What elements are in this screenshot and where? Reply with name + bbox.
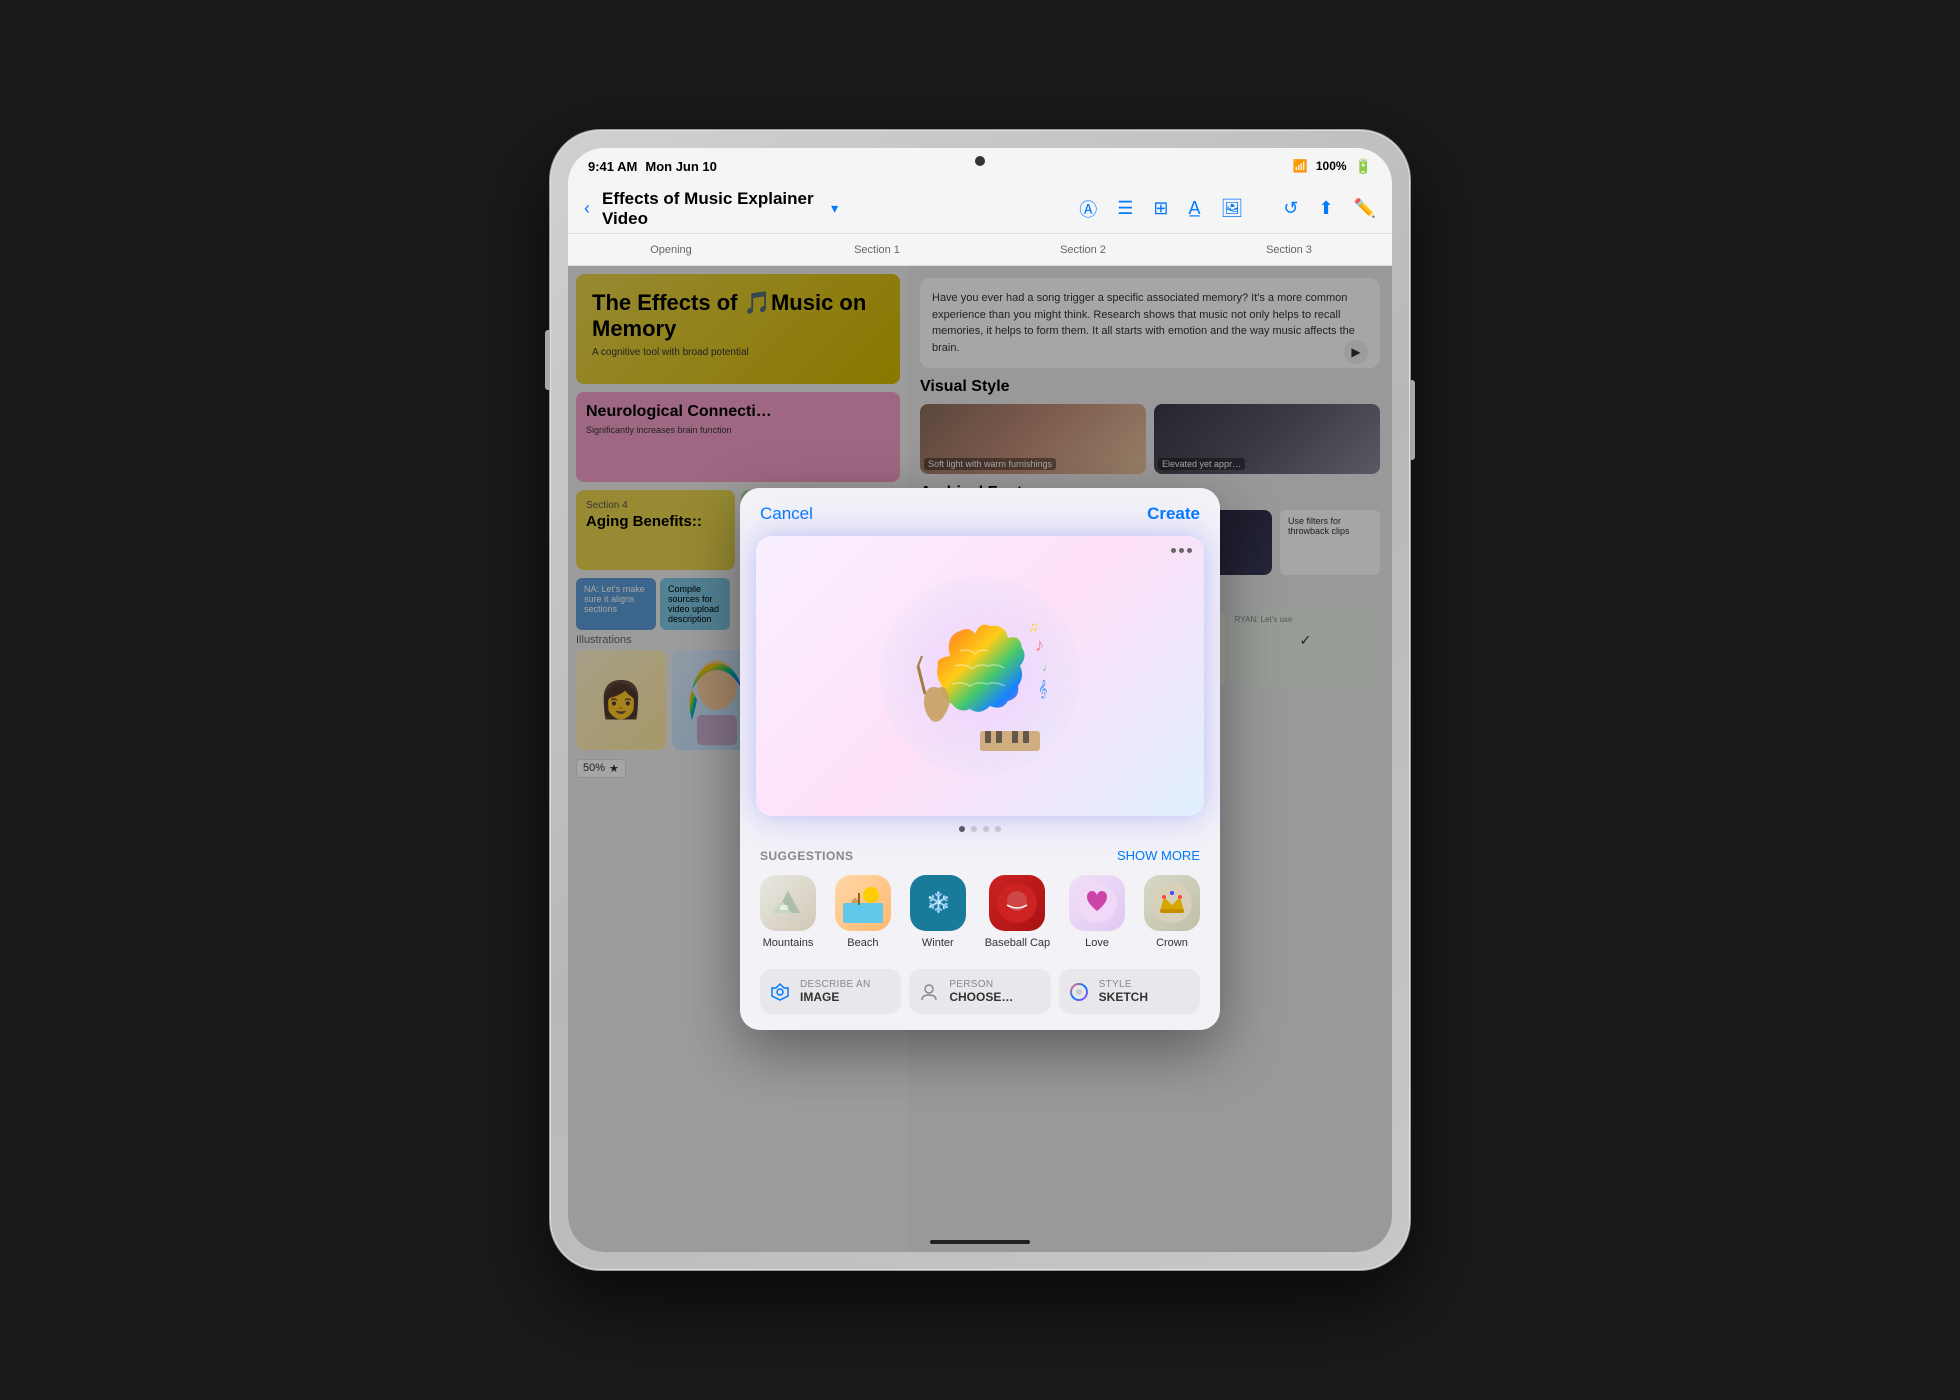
page-dot-3[interactable] xyxy=(983,826,989,832)
person-choose-button[interactable]: PERSON CHOOSE… xyxy=(909,969,1050,1014)
style-button[interactable]: STYLE SKETCH xyxy=(1059,969,1200,1014)
layers-icon[interactable]: ⊞ xyxy=(1153,198,1168,219)
toolbar-actions: Ⓐ ☰ ⊞ A̲ 🖼 ↺ ⬆ ✏️ xyxy=(1079,196,1376,222)
suggestion-baseball-cap[interactable]: Baseball Cap xyxy=(985,875,1050,949)
ipad-device: 9:41 AM Mon Jun 10 📶 100% 🔋 ‹ Effects of… xyxy=(550,130,1410,1270)
beach-label: Beach xyxy=(847,937,878,949)
cancel-button[interactable]: Cancel xyxy=(760,504,813,524)
create-button[interactable]: Create xyxy=(1147,504,1200,524)
section-3: Section 3 xyxy=(1186,244,1392,256)
describe-label: DESCRIBE AN xyxy=(800,979,871,990)
svg-text:♩: ♩ xyxy=(1042,660,1054,674)
dot-2 xyxy=(1179,548,1184,553)
section-2: Section 2 xyxy=(980,244,1186,256)
list-icon[interactable]: ☰ xyxy=(1117,198,1133,219)
undo-icon[interactable]: ↺ xyxy=(1283,198,1298,219)
suggestions-grid: Mountains Beach xyxy=(740,869,1220,961)
mountains-label: Mountains xyxy=(763,937,814,949)
ipad-screen: 9:41 AM Mon Jun 10 📶 100% 🔋 ‹ Effects of… xyxy=(568,148,1392,1252)
show-more-button[interactable]: SHOW MORE xyxy=(1117,848,1200,863)
person-icon xyxy=(917,980,941,1004)
edit-icon[interactable]: ✏️ xyxy=(1354,198,1376,219)
suggestions-header: SUGGESTIONS SHOW MORE xyxy=(740,842,1220,869)
love-icon xyxy=(1069,875,1125,931)
back-button[interactable]: ‹ xyxy=(584,198,590,219)
person-label: PERSON xyxy=(949,979,1013,990)
page-dot-4[interactable] xyxy=(995,826,1001,832)
svg-text:♪: ♪ xyxy=(1035,635,1044,655)
suggestions-label: SUGGESTIONS xyxy=(760,849,854,863)
svg-text:❄️: ❄️ xyxy=(926,890,951,914)
person-text: PERSON CHOOSE… xyxy=(949,979,1013,1004)
search-icon[interactable]: Ⓐ xyxy=(1079,196,1097,222)
describe-value: IMAGE xyxy=(800,990,871,1004)
page-dot-2[interactable] xyxy=(971,826,977,832)
image-icon[interactable]: 🖼 xyxy=(1221,198,1244,219)
wifi-icon: 📶 xyxy=(1293,159,1308,173)
battery-icon: 🔋 xyxy=(1355,158,1372,175)
share-icon[interactable]: ⬆ xyxy=(1318,198,1333,219)
three-dots-menu[interactable] xyxy=(1171,548,1192,553)
suggestion-love[interactable]: Love xyxy=(1069,875,1125,949)
document-title: Effects of Music Explainer Video xyxy=(602,189,819,229)
section-1: Section 1 xyxy=(774,244,980,256)
style-value: SKETCH xyxy=(1099,990,1148,1004)
suggestion-mountains[interactable]: Mountains xyxy=(760,875,816,949)
love-label: Love xyxy=(1085,937,1109,949)
crown-icon xyxy=(1144,875,1200,931)
person-value: CHOOSE… xyxy=(949,990,1013,1004)
winter-icon: ❄️ xyxy=(910,875,966,931)
text-icon[interactable]: A̲ xyxy=(1189,198,1201,219)
svg-text:♫: ♫ xyxy=(1028,618,1039,634)
sections-bar: Opening Section 1 Section 2 Section 3 xyxy=(568,234,1392,266)
describe-image-button[interactable]: DESCRIBE AN IMAGE xyxy=(760,969,901,1014)
brain-music-illustration: ♪ ♫ ♩ 𝄞 xyxy=(870,566,1090,786)
style-icon xyxy=(1067,980,1091,1004)
status-bar: 9:41 AM Mon Jun 10 📶 100% 🔋 xyxy=(568,148,1392,184)
section-opening: Opening xyxy=(568,244,774,256)
winter-label: Winter xyxy=(922,937,954,949)
modal-image-area: ♪ ♫ ♩ 𝄞 xyxy=(756,536,1204,816)
modal-actions: DESCRIBE AN IMAGE xyxy=(740,961,1220,1030)
baseball-cap-label: Baseball Cap xyxy=(985,937,1050,949)
style-label: STYLE xyxy=(1099,979,1148,990)
dot-3 xyxy=(1187,548,1192,553)
suggestion-beach[interactable]: Beach xyxy=(835,875,891,949)
describe-icon xyxy=(768,980,792,1004)
suggestion-winter[interactable]: ❄️ Winter xyxy=(910,875,966,949)
toolbar: ‹ Effects of Music Explainer Video ▾ Ⓐ ☰… xyxy=(568,184,1392,234)
main-content: The Effects of 🎵Music on Memory A cognit… xyxy=(568,266,1392,1252)
brain-svg: ♪ ♫ ♩ 𝄞 xyxy=(880,576,1080,776)
pagination-dots xyxy=(740,816,1220,842)
beach-icon xyxy=(835,875,891,931)
image-creation-modal: Cancel Create xyxy=(740,488,1220,1030)
describe-text: DESCRIBE AN IMAGE xyxy=(800,979,871,1004)
suggestion-crown[interactable]: Crown xyxy=(1144,875,1200,949)
status-time: 9:41 AM xyxy=(588,159,637,174)
title-chevron-icon[interactable]: ▾ xyxy=(831,200,838,217)
svg-text:𝄞: 𝄞 xyxy=(1038,680,1047,699)
style-text: STYLE SKETCH xyxy=(1099,979,1148,1004)
crown-label: Crown xyxy=(1156,937,1188,949)
mountains-icon xyxy=(760,875,816,931)
modal-overlay: Cancel Create xyxy=(568,266,1392,1252)
camera xyxy=(975,156,985,166)
baseball-cap-icon xyxy=(989,875,1045,931)
page-dot-1[interactable] xyxy=(959,826,965,832)
battery-percent: 100% xyxy=(1316,159,1347,173)
dot-1 xyxy=(1171,548,1176,553)
status-date: Mon Jun 10 xyxy=(645,159,717,174)
modal-header: Cancel Create xyxy=(740,488,1220,536)
